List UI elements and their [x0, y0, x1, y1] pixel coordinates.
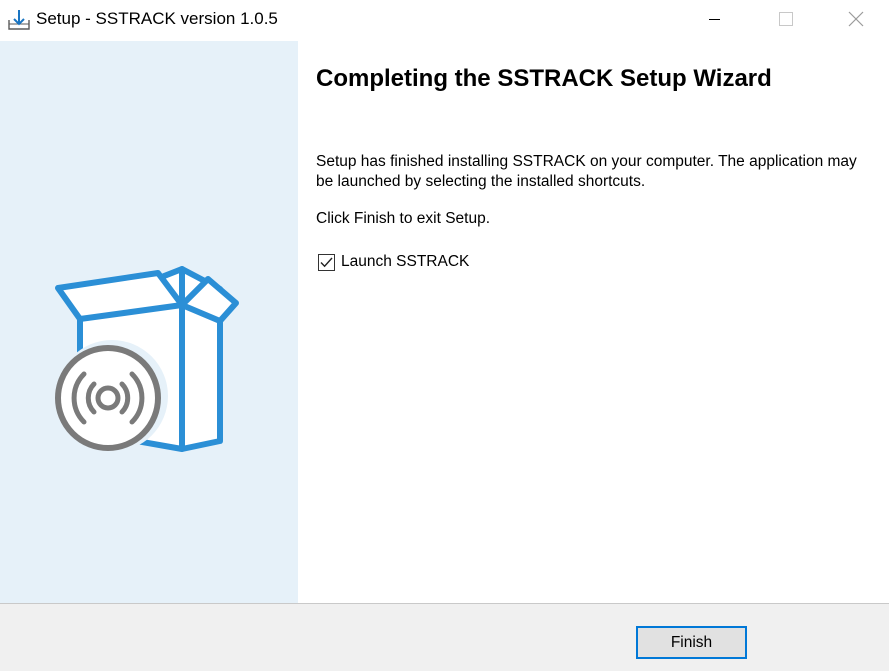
wizard-content: Completing the SSTRACK Setup Wizard Setu…: [298, 41, 889, 603]
finish-button-label: Finish: [670, 633, 713, 651]
installer-download-icon: [7, 8, 31, 32]
minimize-button[interactable]: [692, 0, 738, 38]
close-button[interactable]: [833, 0, 879, 38]
finish-button[interactable]: Finish: [636, 626, 747, 659]
launch-sstrack-checkbox[interactable]: [318, 253, 335, 271]
launch-sstrack-label: Launch SSTRACK: [341, 253, 470, 270]
maximize-button[interactable]: [763, 0, 809, 38]
exit-instruction: Click Finish to exit Setup.: [316, 210, 491, 227]
checkmark-icon: [320, 257, 333, 267]
launch-sstrack-checkbox-row[interactable]: Launch SSTRACK: [318, 253, 469, 271]
title-bar[interactable]: Setup - SSTRACK version 1.0.5: [0, 0, 889, 41]
finished-message: Setup has finished installing SSTRACK on…: [316, 153, 857, 190]
minimize-icon: [709, 19, 720, 20]
page-title: Completing the SSTRACK Setup Wizard: [316, 65, 772, 92]
wizard-footer: Finish: [0, 603, 889, 671]
maximize-icon: [779, 12, 793, 26]
software-box-with-disc-icon: [55, 266, 239, 452]
window-title: Setup - SSTRACK version 1.0.5: [36, 9, 278, 28]
wizard-side-panel: [0, 41, 298, 603]
close-icon: [848, 11, 864, 27]
